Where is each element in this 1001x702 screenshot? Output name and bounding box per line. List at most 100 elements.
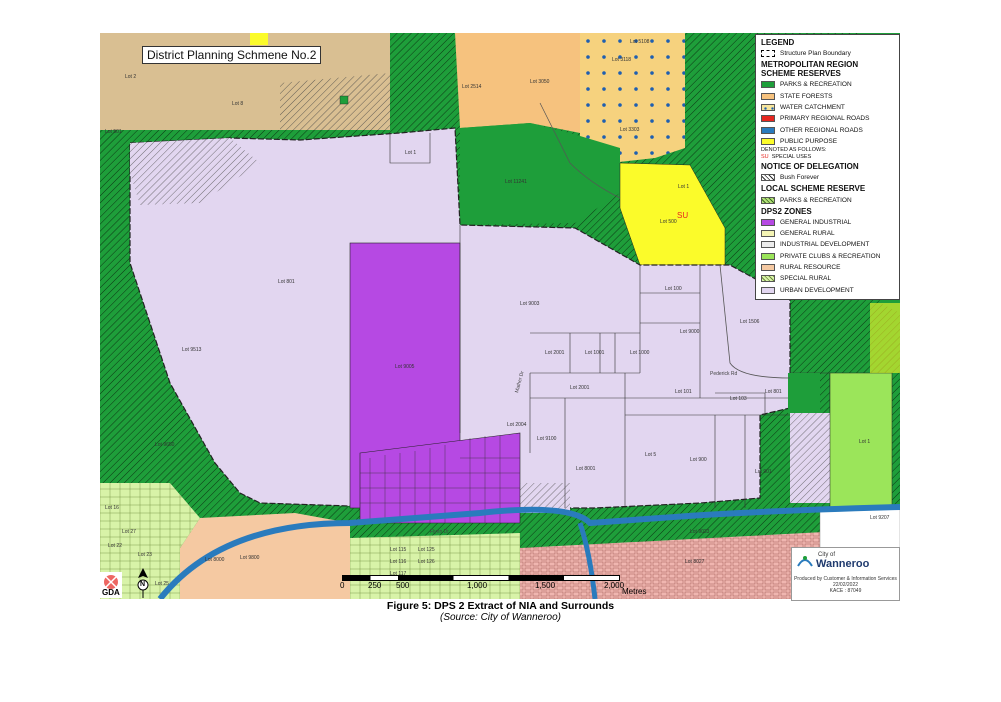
- lot-label: Lot 9005: [395, 364, 415, 370]
- legend-label: OTHER REGIONAL ROADS: [780, 126, 863, 134]
- legend-swatch: [761, 264, 775, 271]
- lot-label: Lot 115: [390, 547, 407, 553]
- lot-label: Lot 500: [660, 219, 677, 225]
- legend-swatch: [761, 230, 775, 238]
- lot-label: Lot 8: [232, 101, 243, 107]
- legend-row: SPECIAL RURAL: [761, 273, 894, 284]
- scale-tick: 250: [368, 581, 382, 590]
- lot-label: Lot 116: [390, 559, 407, 565]
- lot-label: Lot 11241: [505, 179, 527, 185]
- lot-label: Lot 901: [755, 469, 772, 475]
- road-label: Pederick Rd: [710, 371, 737, 377]
- lot-label: Lot 25: [155, 581, 169, 587]
- lot-label: Lot 27: [122, 529, 136, 535]
- lot-label: Lot 5108: [630, 39, 650, 45]
- lot-label: Lot 1000: [630, 350, 650, 356]
- legend-label: WATER CATCHMENT: [780, 104, 845, 112]
- su-map-label: SU: [677, 211, 688, 220]
- lot-label: Lot 125: [418, 547, 435, 553]
- figure-caption: Figure 5: DPS 2 Extract of NIA and Surro…: [0, 600, 1001, 623]
- legend-swatch: [761, 81, 775, 89]
- north-arrow-icon: N: [136, 568, 150, 598]
- lot-label: Lot 23: [138, 552, 152, 558]
- lot-label: Lot 9513: [182, 347, 202, 353]
- dps2-heading: DPS2 ZONES: [761, 206, 812, 216]
- legend-swatch: [761, 174, 775, 182]
- legend-row: Structure Plan Boundary: [761, 48, 894, 59]
- gda-label: GDA: [102, 588, 120, 597]
- legend-panel: LEGEND Structure Plan Boundary METROPOLI…: [755, 34, 900, 300]
- lot-label: Lot 16: [105, 505, 119, 511]
- legend-swatch: [761, 92, 775, 100]
- lot-label: Lot 900: [690, 457, 707, 463]
- su-note: SU SPECIAL USES: [761, 154, 894, 161]
- lot-label: Lot 9100: [537, 436, 557, 442]
- public-purpose-east: [870, 303, 900, 373]
- scale-tick: 1,500: [535, 581, 556, 590]
- lot-label: Lot 9207: [870, 515, 890, 521]
- caption-title: Figure 5: DPS 2 Extract of NIA and Surro…: [386, 600, 615, 612]
- residential-block: [819, 507, 900, 549]
- lot-label: Lot 801: [278, 279, 295, 285]
- legend-label: PRIMARY REGIONAL ROADS: [780, 115, 870, 123]
- lot-label: Lot 501: [105, 129, 122, 135]
- lot-label: Lot 801: [765, 389, 782, 395]
- legend-label: STATE FORESTS: [780, 92, 833, 100]
- bush-forever-area: [280, 73, 390, 130]
- legend-label: INDUSTRIAL DEVELOPMENT: [780, 241, 870, 249]
- logo-city: Wanneroo: [816, 558, 870, 570]
- north-label: N: [140, 581, 146, 588]
- bush-forever-hatch-2: [790, 413, 830, 503]
- lot-label: Lot 1001: [585, 350, 605, 356]
- mrs-heading: METROPOLITAN REGION SCHEME RESERVES: [761, 60, 859, 79]
- legend-swatch: [761, 126, 775, 134]
- public-purpose-area: [250, 33, 268, 45]
- legend-row: URBAN DEVELOPMENT: [761, 284, 894, 295]
- legend-row: GENERAL INDUSTRIAL: [761, 217, 894, 228]
- lot-label: Lot 9033: [690, 529, 710, 535]
- legend-label: PUBLIC PURPOSE: [780, 137, 838, 145]
- legend-row: PRIVATE CLUBS & RECREATION: [761, 251, 894, 262]
- lot-label: Lot 1506: [740, 319, 760, 325]
- city-logo-icon: [797, 556, 813, 567]
- lot-label: Lot 9000: [680, 329, 700, 335]
- legend-row: PRIMARY REGIONAL ROADS: [761, 113, 894, 124]
- lot-label: Lot 100: [665, 286, 682, 292]
- legend-swatch: [761, 218, 775, 226]
- state-forest-area: [455, 33, 580, 133]
- legend-swatch: [761, 252, 775, 260]
- lot-label: Lot 3118: [612, 57, 631, 63]
- scale-tick: 1,000: [467, 581, 488, 590]
- legend-row: PUBLIC PURPOSE: [761, 136, 894, 147]
- scale-tick: 500: [396, 581, 410, 590]
- lot-label: Lot 8001: [576, 466, 596, 472]
- city-logo: City of Wanneroo Produced by Customer & …: [791, 547, 900, 601]
- legend-row: STATE FORESTS: [761, 91, 894, 102]
- lot-label: Lot 2001: [545, 350, 565, 356]
- lot-label: Lot 2001: [570, 385, 590, 391]
- legend-label: PRIVATE CLUBS & RECREATION: [780, 252, 881, 260]
- legend-row: INDUSTRIAL DEVELOPMENT: [761, 239, 894, 250]
- lot-label: Lot 22: [108, 543, 122, 549]
- lot-label: Lot 3303: [620, 127, 640, 133]
- lot-label: Lot 1: [405, 150, 416, 156]
- legend-row: PARKS & RECREATION: [761, 194, 894, 205]
- denoted-note: DENOTED AS FOLLOWS:: [761, 147, 827, 154]
- legend-swatch: [761, 196, 775, 204]
- lot-label: Lot 103: [730, 396, 747, 402]
- lot-label: Lot 9800: [240, 555, 260, 561]
- lot-label: Lot 1: [678, 184, 689, 190]
- legend-label: SPECIAL RURAL: [780, 275, 832, 283]
- legend-swatch: [761, 115, 775, 123]
- scale-unit: Metres: [622, 587, 647, 596]
- legend-label: PARKS & RECREATION: [780, 196, 852, 204]
- scale-bar: 0 250 500 1,000 1,500 2,000 Metres: [330, 575, 670, 599]
- lot-label: Lot 1: [859, 439, 870, 445]
- lot-label: Lot 8027: [685, 559, 705, 565]
- legend-row: GENERAL RURAL: [761, 228, 894, 239]
- legend-title: LEGEND: [761, 38, 795, 47]
- legend-label: RURAL RESOURCE: [780, 264, 841, 271]
- legend-row: WATER CATCHMENT: [761, 102, 894, 113]
- delegation-heading: NOTICE OF DELEGATION: [761, 162, 859, 172]
- su-label: SPECIAL USES: [771, 154, 812, 161]
